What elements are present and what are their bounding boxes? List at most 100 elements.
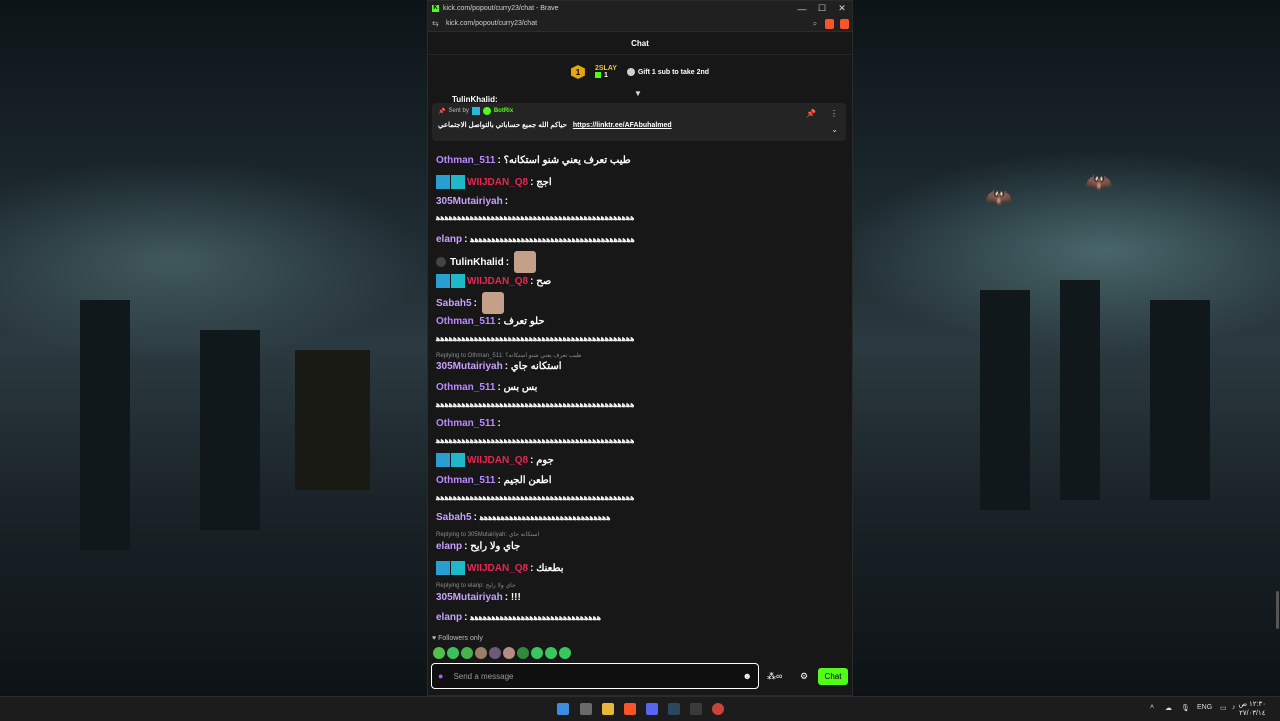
onedrive-icon[interactable]: ☁	[1165, 704, 1172, 712]
kick-points-icon[interactable]: ⁂∞	[767, 671, 782, 682]
username[interactable]: WIIJDAN_Q8	[467, 455, 528, 466]
username[interactable]: Othman_511	[436, 382, 495, 393]
badges	[436, 561, 465, 575]
gift-leaderboard[interactable]: 1 2SLAY 1 Gift 1 sub to take 2nd	[428, 55, 852, 89]
emote-button[interactable]	[447, 647, 459, 659]
chat-message[interactable]: TulinKhalid:	[436, 251, 536, 273]
volume-icon[interactable]: ♪	[1232, 704, 1236, 711]
pinned-body: حياكم الله جميع حساباتي بالتواصل الاجتما…	[438, 122, 567, 129]
emote-button[interactable]	[433, 647, 445, 659]
username[interactable]: 305Mutairiyah	[436, 196, 503, 207]
chat-message[interactable]: elanp: ﮬﮬﮬﮬﮬﮬﮬﮬﮬﮬﮬﮬﮬﮬﮬﮬﮬﮬﮬﮬﮬﮬﮬﮬﮬﮬﮬﮬﮬﮬﮬ	[436, 612, 601, 623]
username[interactable]: Othman_511	[436, 475, 495, 486]
emote-button[interactable]	[559, 647, 571, 659]
emote-button[interactable]	[461, 647, 473, 659]
more-options-icon[interactable]: ⋮	[830, 109, 838, 118]
username[interactable]: Othman_511	[436, 418, 495, 429]
chat-message[interactable]: Sabah5:	[436, 292, 504, 314]
reply-reference[interactable]: Replying to elanp: جاي ولا رايح	[436, 582, 516, 589]
username[interactable]: WIIJDAN_Q8	[467, 177, 528, 188]
close-button[interactable]: ✕	[832, 3, 852, 14]
chat-message[interactable]: 305Mutairiyah:	[436, 196, 511, 207]
tray-chevron-icon[interactable]: ˄	[1150, 704, 1154, 711]
username[interactable]: 305Mutairiyah	[436, 361, 503, 372]
chrome-icon[interactable]	[712, 703, 724, 715]
brave-shield-icon[interactable]	[825, 18, 834, 29]
followers-only-notice: ♥ Followers only	[432, 635, 483, 642]
gift-icon	[594, 72, 601, 79]
language-indicator[interactable]: ENG	[1197, 704, 1212, 711]
chat-message[interactable]: WIIJDAN_Q8: صح	[436, 274, 551, 288]
brave-browser-icon[interactable]	[624, 703, 636, 715]
gift-count: 1	[594, 72, 617, 79]
gift-prompt[interactable]: Gift 1 sub to take 2nd	[626, 68, 709, 76]
emote-button[interactable]	[475, 647, 487, 659]
taskbar: ˄ ☁ 🎙 ENG ▭ ♪ ١٢:٣٠ ص ٢٧/٠٣/١٤	[0, 696, 1280, 721]
settings-gear-icon[interactable]: ⚙	[800, 671, 808, 682]
discord-icon[interactable]	[646, 703, 658, 715]
username[interactable]: elanp	[436, 541, 462, 552]
zoom-icon[interactable]: ⌕	[808, 19, 822, 29]
chat-message[interactable]: Othman_511:	[436, 418, 504, 429]
username[interactable]: WIIJDAN_Q8	[467, 276, 528, 287]
chat-message[interactable]: 305Mutairiyah: استكانه جاي	[436, 361, 562, 372]
chat-message[interactable]: Othman_511: بس بس	[436, 382, 537, 393]
emoji-picker-icon[interactable]: ☻	[743, 671, 752, 681]
chat-message[interactable]: Othman_511: طيب تعرف يعني شنو استكانه؟	[436, 155, 631, 166]
chat-message[interactable]: 305Mutairiyah: !!!	[436, 592, 521, 603]
emote-button[interactable]	[503, 647, 515, 659]
username[interactable]: Sabah5	[436, 512, 472, 523]
chat-message[interactable]: elanp: جاي ولا رايح	[436, 541, 520, 552]
network-icon[interactable]: ▭	[1220, 704, 1227, 712]
message-text: جاي ولا رايح	[470, 541, 521, 552]
maximize-button[interactable]: ☐	[812, 3, 832, 14]
verified-badge-icon	[482, 107, 491, 115]
minimize-button[interactable]: —	[792, 4, 812, 14]
task-view-icon[interactable]	[580, 703, 592, 715]
emote-button[interactable]	[517, 647, 529, 659]
reply-reference[interactable]: Replying to Othman_511: طيب تعرف يعني شن…	[436, 352, 582, 359]
username[interactable]: elanp	[436, 234, 462, 245]
xbox-icon[interactable]	[690, 703, 702, 715]
rank-badge: 1	[570, 65, 585, 79]
chat-message[interactable]: Sabah5: ﮬﮬﮬﮬﮬﮬﮬﮬﮬﮬﮬﮬﮬﮬﮬﮬﮬﮬﮬﮬﮬﮬﮬﮬﮬﮬﮬﮬﮬﮬﮬ	[436, 512, 610, 523]
chat-message[interactable]: Othman_511: اطعن الجيم	[436, 475, 552, 486]
send-chat-button[interactable]: Chat	[818, 668, 848, 685]
url-field[interactable]: kick.com/popout/curry23/chat	[446, 20, 808, 27]
brave-rewards-icon[interactable]	[840, 18, 849, 29]
chat-message[interactable]: Othman_511: حلو تعرف	[436, 316, 545, 327]
windows-start-icon[interactable]	[557, 703, 569, 715]
message-text: حلو تعرف	[503, 316, 545, 327]
username[interactable]: Sabah5	[436, 298, 472, 309]
chat-message[interactable]: WIIJDAN_Q8: جوم	[436, 453, 554, 467]
chat-message[interactable]: WIIJDAN_Q8: اجج	[436, 175, 552, 189]
microphone-tray-icon[interactable]: 🎙	[1181, 704, 1190, 712]
username[interactable]: Othman_511	[436, 316, 495, 327]
message-input[interactable]	[451, 670, 743, 682]
pinned-link[interactable]: https://linktr.ee/AFAbuhalmed	[573, 122, 672, 129]
username[interactable]: 305Mutairiyah	[436, 592, 503, 603]
emote-button[interactable]	[489, 647, 501, 659]
emote-button[interactable]	[545, 647, 557, 659]
scroll-down-icon[interactable]: ▼	[634, 89, 642, 98]
message-continuation: ﮬﮬﮬﮬﮬﮬﮬﮬﮬﮬﮬﮬﮬﮬﮬﮬﮬﮬﮬﮬﮬﮬﮬﮬﮬﮬﮬﮬﮬﮬﮬﮬﮬﮬﮬﮬﮬﮬﮬﮬ…	[436, 400, 634, 409]
chat-message[interactable]: WIIJDAN_Q8: بطعنك	[436, 561, 564, 575]
unpin-icon[interactable]: 📌	[806, 109, 816, 118]
system-clock[interactable]: ١٢:٣٠ ص ٢٧/٠٣/١٤	[1239, 700, 1266, 718]
username[interactable]: elanp	[436, 612, 462, 623]
emote-button[interactable]	[531, 647, 543, 659]
message-composer[interactable]: ● ☻	[431, 663, 759, 689]
username[interactable]: TulinKhalid	[450, 257, 504, 268]
expand-chevron-icon[interactable]: ⌄	[831, 125, 838, 134]
pinned-sender[interactable]: BotRix	[494, 108, 513, 114]
message-text: !!!	[510, 592, 521, 603]
file-explorer-icon[interactable]	[602, 703, 614, 715]
chat-message[interactable]: elanp: ﮬﮬﮬﮬﮬﮬﮬﮬﮬﮬﮬﮬﮬﮬﮬﮬﮬﮬﮬﮬﮬﮬﮬﮬﮬﮬﮬﮬﮬﮬﮬﮬﮬ…	[436, 234, 635, 245]
reply-reference[interactable]: Replying to 305Mutairiyah: استكانه جاي	[436, 531, 539, 538]
site-settings-icon[interactable]: ⇆	[432, 19, 444, 28]
username[interactable]: WIIJDAN_Q8	[467, 563, 528, 574]
steam-icon[interactable]	[668, 703, 680, 715]
chat-scrollbar[interactable]	[1276, 591, 1279, 629]
microphone-icon[interactable]: ●	[438, 671, 443, 681]
username[interactable]: Othman_511	[436, 155, 495, 166]
